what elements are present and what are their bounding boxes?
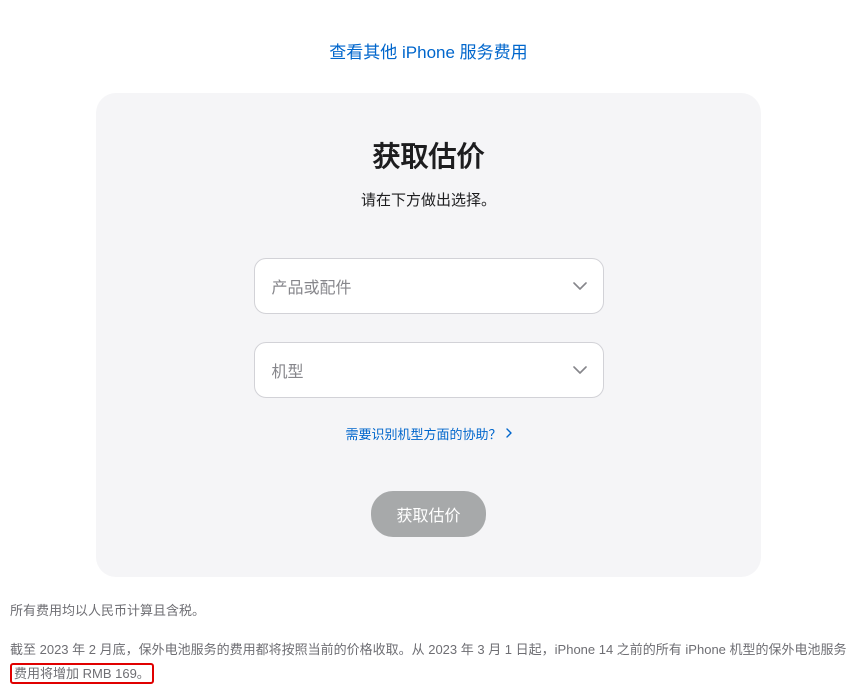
product-select-wrapper: 产品或配件 (254, 258, 604, 314)
chevron-right-icon (506, 426, 512, 441)
top-link-wrapper: 查看其他 iPhone 服务费用 (0, 0, 857, 93)
card-subtitle: 请在下方做出选择。 (136, 189, 721, 210)
estimate-card: 获取估价 请在下方做出选择。 产品或配件 机型 需要识别机型方面的协助？ 获取估… (96, 93, 761, 577)
price-increase-highlight: 费用将增加 RMB 169。 (10, 663, 154, 684)
card-title: 获取估价 (136, 135, 721, 175)
model-select-wrapper: 机型 (254, 342, 604, 398)
help-link-text: 需要识别机型方面的协助？ (345, 424, 501, 443)
product-select-placeholder: 产品或配件 (272, 274, 352, 298)
get-estimate-button[interactable]: 获取估价 (371, 491, 485, 537)
footnote-line-2: 截至 2023 年 2 月底，保外电池服务的费用都将按照当前的价格收取。从 20… (10, 638, 847, 687)
footnote-line-1: 所有费用均以人民币计算且含税。 (10, 599, 847, 624)
product-select[interactable]: 产品或配件 (254, 258, 604, 314)
model-select[interactable]: 机型 (254, 342, 604, 398)
other-services-link[interactable]: 查看其他 iPhone 服务费用 (329, 43, 527, 62)
submit-wrapper: 获取估价 (136, 491, 721, 537)
footnote-section: 所有费用均以人民币计算且含税。 截至 2023 年 2 月底，保外电池服务的费用… (0, 577, 857, 687)
identify-model-help-link[interactable]: 需要识别机型方面的协助？ (345, 424, 511, 443)
model-select-placeholder: 机型 (272, 358, 304, 382)
footnote-line-2-pre: 截至 2023 年 2 月底，保外电池服务的费用都将按照当前的价格收取。从 20… (10, 642, 847, 657)
